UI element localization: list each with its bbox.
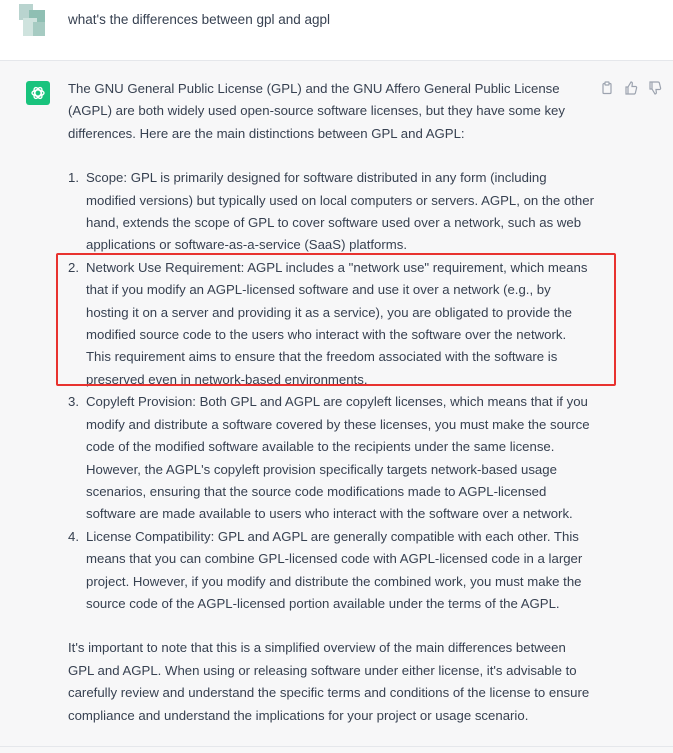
- list-item: 1. Scope: GPL is primarily designed for …: [68, 167, 594, 257]
- list-item: 2. Network Use Requirement: AGPL include…: [68, 257, 594, 391]
- list-item-text: Scope: GPL is primarily designed for sof…: [86, 170, 594, 253]
- user-message-row: what's the differences between gpl and a…: [0, 0, 673, 61]
- assistant-message-content: The GNU General Public License (GPL) and…: [68, 78, 594, 727]
- list-item-number: 2.: [68, 259, 79, 275]
- user-avatar: [19, 4, 45, 36]
- outro-paragraph: It's important to note that this is a si…: [68, 640, 590, 723]
- differences-list: 1. Scope: GPL is primarily designed for …: [68, 167, 594, 615]
- assistant-message-row: The GNU General Public License (GPL) and…: [0, 61, 673, 753]
- thumbs-up-icon[interactable]: [624, 81, 638, 95]
- list-item-number: 4.: [68, 528, 79, 544]
- list-item: 3. Copyleft Provision: Both GPL and AGPL…: [68, 391, 594, 525]
- thumbs-down-icon[interactable]: [648, 81, 662, 95]
- list-item-number: 1.: [68, 170, 79, 186]
- clipboard-icon[interactable]: [600, 81, 614, 95]
- list-item-text: Copyleft Provision: Both GPL and AGPL ar…: [86, 394, 590, 522]
- list-item-text: License Compatibility: GPL and AGPL are …: [86, 528, 583, 611]
- divider: [0, 746, 673, 747]
- list-item: 4. License Compatibility: GPL and AGPL a…: [68, 526, 594, 616]
- list-item-text: Network Use Requirement: AGPL includes a…: [86, 259, 588, 387]
- user-message-text: what's the differences between gpl and a…: [68, 12, 331, 27]
- message-actions: [600, 81, 662, 95]
- intro-paragraph: The GNU General Public License (GPL) and…: [68, 81, 565, 141]
- openai-logo-icon: [26, 81, 50, 105]
- list-item-number: 3.: [68, 394, 79, 410]
